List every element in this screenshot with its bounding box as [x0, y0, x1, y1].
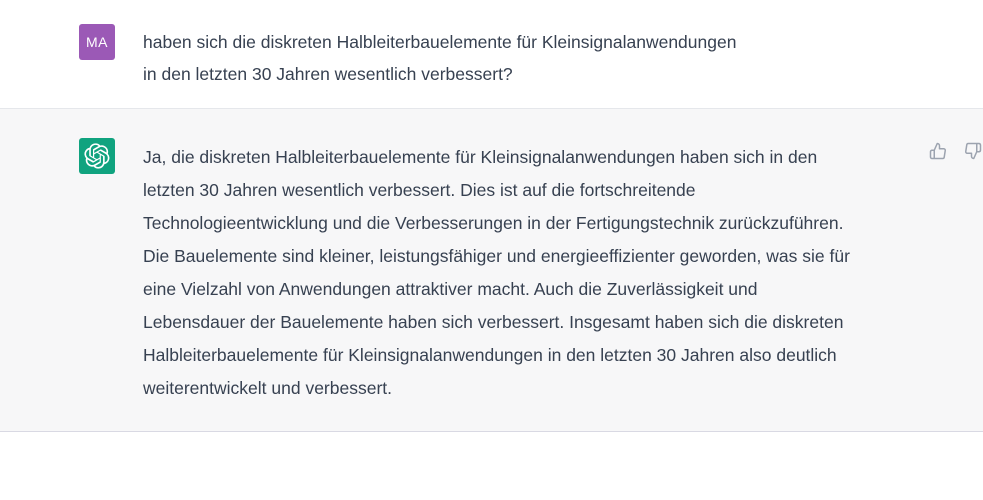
thumbs-down-button[interactable]	[962, 140, 983, 162]
chat-conversation: MA haben sich die diskreten Halbleiterba…	[0, 0, 983, 500]
user-avatar-initials: MA	[86, 34, 108, 50]
assistant-message-text: Ja, die diskreten Halbleiterbauelemente …	[143, 147, 850, 398]
thumbs-up-button[interactable]	[927, 140, 949, 162]
assistant-message-row: Ja, die diskreten Halbleiterbauelemente …	[0, 109, 983, 432]
assistant-avatar	[79, 138, 115, 174]
feedback-buttons	[927, 140, 983, 162]
thumbs-down-icon	[965, 142, 982, 160]
user-avatar: MA	[79, 24, 115, 60]
user-message-row: MA haben sich die diskreten Halbleiterba…	[0, 0, 983, 109]
openai-logo-icon	[84, 143, 110, 169]
thumbs-up-icon	[929, 142, 946, 160]
user-message-text: haben sich die diskreten Halbleiterbauel…	[143, 32, 737, 84]
